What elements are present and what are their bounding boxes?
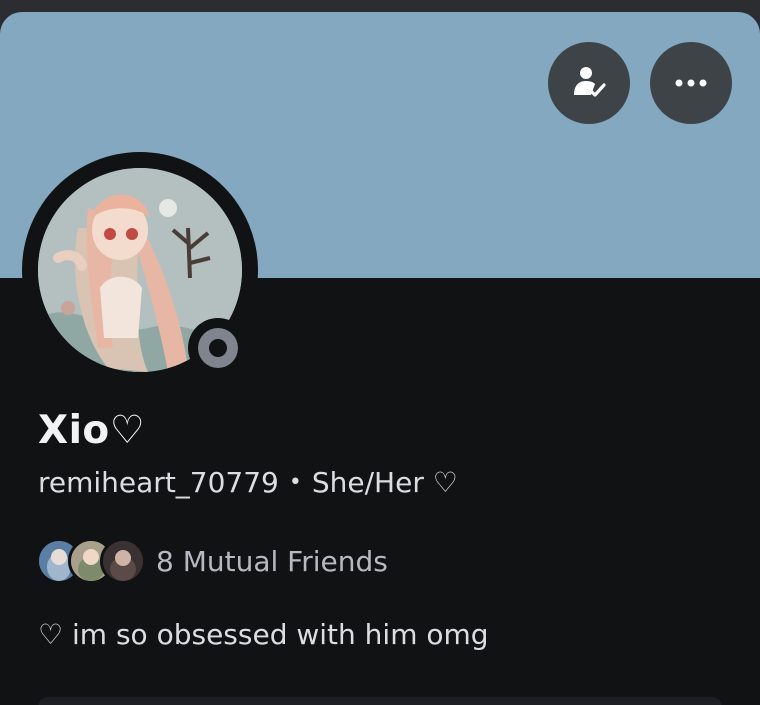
friend-added-icon: [574, 67, 606, 97]
pronouns: She/Her ♡: [311, 466, 458, 499]
next-section-edge: [38, 697, 722, 705]
display-name: Xio♡: [38, 408, 146, 453]
more-options-button[interactable]: [650, 42, 732, 124]
status-indicator: [188, 318, 248, 378]
mutual-friend-avatar: [100, 538, 146, 584]
separator: •: [288, 470, 302, 495]
offline-status-icon: [198, 328, 238, 368]
profile-card: Xio♡ remiheart_70779 • She/Her ♡ 8 Mutua…: [0, 12, 760, 705]
friend-added-button[interactable]: [548, 42, 630, 124]
username-line: remiheart_70779 • She/Her ♡: [38, 466, 458, 499]
bio-text: ♡ im so obsessed with him omg: [38, 618, 489, 651]
more-options-icon: [675, 79, 707, 87]
mutual-friends-button[interactable]: 8 Mutual Friends: [36, 538, 388, 584]
mutual-friends-label: 8 Mutual Friends: [156, 544, 388, 578]
username[interactable]: remiheart_70779: [38, 466, 279, 499]
avatar-frame: [22, 152, 258, 388]
